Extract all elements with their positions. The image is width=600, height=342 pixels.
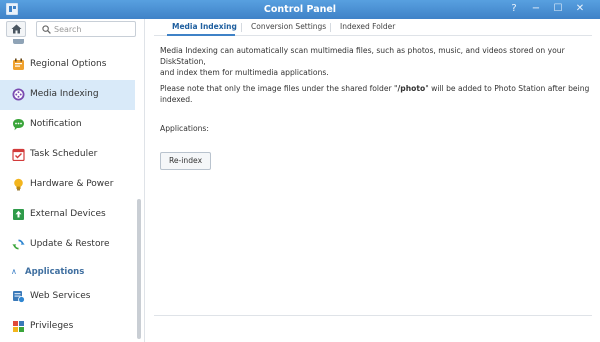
regional-options-icon bbox=[13, 58, 24, 70]
note-suffix: " will be added to Photo Station after b… bbox=[425, 84, 590, 93]
sidebar-item-label: Media Indexing bbox=[30, 89, 99, 99]
maximize-button[interactable]: ☐ bbox=[552, 3, 564, 15]
sidebar-item-update-restore[interactable]: Update & Restore bbox=[0, 230, 135, 260]
home-icon bbox=[11, 24, 22, 34]
notification-icon bbox=[13, 119, 24, 131]
description-text: Media Indexing can automatically scan mu… bbox=[160, 45, 590, 78]
home-button[interactable] bbox=[6, 21, 26, 37]
applications-label: Applications: bbox=[160, 124, 209, 133]
sidebar-item-hardware-power[interactable]: Hardware & Power bbox=[0, 170, 135, 200]
tab-conversion-settings[interactable]: Conversion Settings bbox=[251, 22, 326, 31]
title-bar: Control Panel ? − ☐ ✕ bbox=[0, 0, 600, 19]
tab-divider bbox=[241, 23, 242, 32]
minimize-button[interactable]: − bbox=[530, 3, 542, 15]
active-tab-indicator bbox=[167, 34, 235, 36]
web-services-icon bbox=[13, 291, 25, 303]
close-button[interactable]: ✕ bbox=[574, 3, 586, 15]
privileges-icon bbox=[13, 321, 24, 332]
search-box[interactable] bbox=[36, 21, 136, 37]
description-line: and index them for multimedia applicatio… bbox=[160, 68, 329, 77]
chevron-up-icon: ∧ bbox=[11, 267, 17, 276]
sidebar-scrollbar[interactable] bbox=[137, 199, 141, 339]
reindex-button[interactable]: Re-index bbox=[160, 152, 211, 170]
sidebar-item-label: Notification bbox=[30, 119, 82, 129]
tab-media-indexing[interactable]: Media Indexing bbox=[172, 22, 237, 31]
sidebar-item-label: Regional Options bbox=[30, 59, 107, 69]
sidebar-item-label: Hardware & Power bbox=[30, 179, 114, 189]
partial-item-icon bbox=[13, 39, 24, 44]
sidebar-item-notification[interactable]: Notification bbox=[0, 110, 135, 140]
sidebar-item-label: External Devices bbox=[30, 209, 106, 219]
search-icon bbox=[42, 25, 51, 34]
sidebar-item-media-indexing[interactable]: Media Indexing bbox=[0, 80, 135, 110]
sidebar: Regional Options Media Indexing Notifica… bbox=[0, 19, 145, 342]
note-folder: /photo bbox=[397, 84, 426, 93]
description-line: Media Indexing can automatically scan mu… bbox=[160, 46, 565, 66]
note-line: indexed. bbox=[160, 95, 193, 104]
sidebar-item-privileges[interactable]: Privileges bbox=[0, 312, 135, 342]
sidebar-item-label: Privileges bbox=[30, 321, 74, 331]
sidebar-item-label: Web Services bbox=[30, 291, 91, 301]
external-devices-icon bbox=[13, 209, 24, 220]
section-applications[interactable]: ∧ Applications bbox=[0, 263, 135, 281]
tab-indexed-folder[interactable]: Indexed Folder bbox=[340, 22, 395, 31]
sidebar-item-task-scheduler[interactable]: Task Scheduler bbox=[0, 140, 135, 170]
sidebar-item-label: Task Scheduler bbox=[30, 149, 98, 159]
section-label: Applications bbox=[25, 267, 85, 277]
sidebar-item-external-devices[interactable]: External Devices bbox=[0, 200, 135, 230]
note-text: Please note that only the image files un… bbox=[160, 83, 590, 105]
tab-bar: Media Indexing Conversion Settings Index… bbox=[154, 19, 592, 36]
main-content: Media Indexing Conversion Settings Index… bbox=[146, 19, 600, 342]
tab-divider bbox=[330, 23, 331, 32]
note-prefix: Please note that only the image files un… bbox=[160, 84, 398, 93]
sidebar-item-label: Update & Restore bbox=[30, 239, 110, 249]
help-button[interactable]: ? bbox=[508, 3, 520, 15]
sidebar-item-web-services[interactable]: Web Services bbox=[0, 282, 135, 312]
footer-divider bbox=[154, 315, 592, 316]
sidebar-item-regional-options[interactable]: Regional Options bbox=[0, 50, 135, 80]
note-line: Please note that only the image files un… bbox=[160, 83, 590, 94]
media-indexing-icon bbox=[12, 88, 25, 101]
update-restore-icon bbox=[12, 239, 25, 250]
hardware-power-icon bbox=[14, 178, 23, 191]
search-input[interactable] bbox=[54, 23, 134, 35]
sidebar-toolbar bbox=[0, 19, 144, 39]
task-scheduler-icon bbox=[12, 148, 25, 161]
